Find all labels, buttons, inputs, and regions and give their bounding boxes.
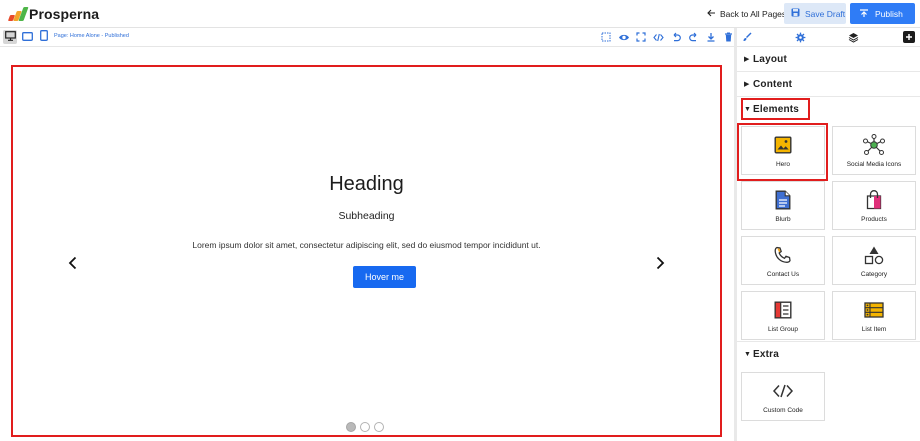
section-layout-label: Layout <box>753 53 787 65</box>
back-label: Back to All Pages <box>720 9 787 19</box>
tile-category-label: Category <box>860 271 888 278</box>
page-status-label: Page: Home Alone - Published <box>54 33 129 39</box>
hero-subheading[interactable]: Subheading <box>13 210 720 222</box>
caret-down-icon: ▼ <box>744 350 751 358</box>
section-layout[interactable]: ▶ Layout <box>737 47 920 72</box>
panel-tabs <box>737 28 920 47</box>
tablet-view-button[interactable] <box>20 30 34 44</box>
section-extra[interactable]: ▼ Extra <box>737 341 920 366</box>
desktop-icon <box>4 28 16 46</box>
publish-label: Publish <box>875 8 903 19</box>
undo-icon[interactable] <box>670 31 682 43</box>
document-icon <box>775 189 791 211</box>
desktop-view-button[interactable] <box>3 30 17 44</box>
editor-toolbar: Page: Home Alone - Published <box>0 28 734 47</box>
tile-social-label: Social Media Icons <box>846 161 902 168</box>
list-group-icon <box>774 299 792 321</box>
tile-products[interactable]: Products <box>832 181 916 230</box>
carousel-dot-3[interactable] <box>374 422 384 432</box>
tile-custom-code[interactable]: Custom Code <box>741 372 825 421</box>
phone-icon <box>774 244 792 266</box>
hero-section-frame[interactable]: Heading Subheading Lorem ipsum dolor sit… <box>11 65 722 437</box>
shapes-icon <box>864 244 884 266</box>
tile-list-group[interactable]: List Group <box>741 291 825 340</box>
carousel-prev-arrow-icon[interactable] <box>67 256 79 270</box>
tile-contact-label: Contact Us <box>766 271 800 278</box>
tile-products-label: Products <box>861 216 887 223</box>
gear-icon[interactable] <box>794 31 806 43</box>
editor-canvas: Heading Subheading Lorem ipsum dolor sit… <box>0 47 734 441</box>
caret-right-icon: ▶ <box>744 81 750 88</box>
mobile-icon <box>40 28 48 46</box>
tile-list-item-label: List Item <box>861 326 887 333</box>
upload-icon <box>859 8 869 20</box>
caret-right-icon: ▶ <box>744 56 750 63</box>
select-icon[interactable] <box>600 31 612 43</box>
code-brackets-icon <box>772 380 794 402</box>
network-icon <box>862 134 886 156</box>
tile-social-media-icons[interactable]: Social Media Icons <box>832 126 916 175</box>
download-icon[interactable] <box>705 31 717 43</box>
save-draft-button[interactable]: Save Draft <box>784 3 846 24</box>
code-icon[interactable] <box>653 31 665 43</box>
arrow-left-icon <box>707 9 716 19</box>
carousel-dot-2[interactable] <box>360 422 370 432</box>
carousel-indicators <box>346 422 384 432</box>
section-content-label: Content <box>753 78 793 90</box>
layers-icon[interactable] <box>847 31 859 43</box>
fullscreen-icon[interactable] <box>635 31 647 43</box>
tile-blurb-label: Blurb <box>775 216 791 223</box>
brand-name: Prosperna <box>29 6 100 22</box>
mobile-view-button[interactable] <box>37 30 51 44</box>
back-to-pages-link[interactable]: Back to All Pages <box>707 9 786 19</box>
trash-icon[interactable] <box>723 31 735 43</box>
elements-highlight-box <box>741 98 810 120</box>
section-extra-label: Extra <box>753 348 780 360</box>
carousel-dot-1[interactable] <box>346 422 356 432</box>
tile-contact-us[interactable]: Contact Us <box>741 236 825 285</box>
tile-category[interactable]: Category <box>832 236 916 285</box>
list-item-icon <box>864 299 884 321</box>
tablet-icon <box>21 28 33 46</box>
logo-mark-icon <box>7 7 29 21</box>
elements-panel: ▶ Layout ▶ Content ▼ Elements Hero Socia… <box>737 28 920 441</box>
tile-list-item[interactable]: List Item <box>832 291 916 340</box>
top-bar: Prosperna Back to All Pages Save Draft P… <box>0 0 920 28</box>
hero-tile-highlight-box <box>737 123 828 181</box>
eye-icon[interactable] <box>618 31 630 43</box>
tool-icons-group <box>600 31 735 43</box>
tile-list-group-label: List Group <box>768 326 798 333</box>
section-content[interactable]: ▶ Content <box>737 72 920 97</box>
tile-custom-code-label: Custom Code <box>763 407 803 414</box>
hero-body-text[interactable]: Lorem ipsum dolor sit amet, consectetur … <box>13 240 720 250</box>
carousel-next-arrow-icon[interactable] <box>654 256 666 270</box>
brush-icon[interactable] <box>741 31 753 43</box>
hero-cta-button[interactable]: Hover me <box>353 266 416 288</box>
publish-button[interactable]: Publish <box>850 3 915 24</box>
tile-blurb[interactable]: Blurb <box>741 181 825 230</box>
add-block-icon[interactable] <box>903 31 915 43</box>
save-icon <box>791 8 800 19</box>
hero-heading[interactable]: Heading <box>13 173 720 196</box>
brand-logo[interactable]: Prosperna <box>7 6 100 22</box>
save-draft-label: Save Draft <box>805 8 846 19</box>
shopping-bag-icon <box>866 189 882 211</box>
redo-icon[interactable] <box>688 31 700 43</box>
